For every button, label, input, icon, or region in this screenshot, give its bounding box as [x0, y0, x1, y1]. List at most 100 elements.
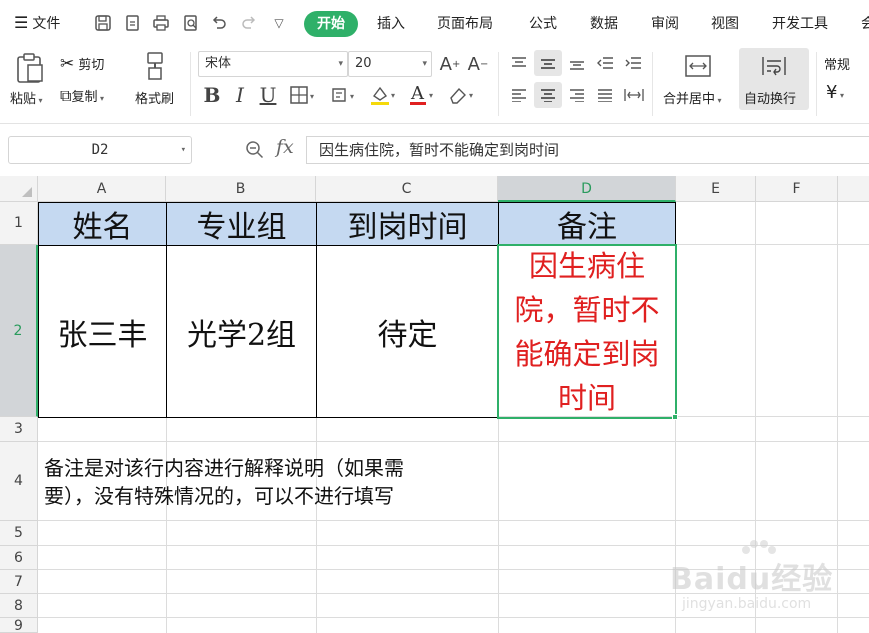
print-preview-icon[interactable]: [180, 10, 202, 36]
scissors-icon: ✂: [60, 54, 75, 74]
cell-a1[interactable]: 姓名: [38, 202, 167, 246]
merge-cells-icon[interactable]: [682, 52, 714, 80]
highlight-icon[interactable]: ▾: [366, 82, 402, 108]
export-pdf-icon[interactable]: [122, 10, 144, 36]
cell-d2-selected[interactable]: 因生病住院，暂时不能确定到岗时间: [497, 244, 677, 419]
column-header-c[interactable]: C: [316, 176, 498, 202]
chevron-down-icon: ▾: [715, 96, 722, 105]
cell-a4-line1[interactable]: 备注是对该行内容进行解释说明（如果需: [44, 454, 404, 482]
separator: [816, 52, 817, 116]
row-header-3[interactable]: 3: [0, 417, 38, 442]
tab-review[interactable]: 审阅: [651, 11, 679, 37]
formula-input[interactable]: 因生病住院，暂时不能确定到岗时间: [306, 136, 869, 164]
tab-page-layout[interactable]: 页面布局: [437, 11, 493, 37]
merge-center-label: 合并居中: [663, 92, 716, 107]
copy-icon: ⧉: [60, 86, 72, 105]
row-header-7[interactable]: 7: [0, 570, 38, 594]
redo-icon[interactable]: [238, 10, 260, 36]
format-painter-icon[interactable]: [140, 50, 170, 82]
row-header-8[interactable]: 8: [0, 594, 38, 618]
column-header-g[interactable]: [838, 176, 869, 202]
wrap-text-button[interactable]: 自动换行: [744, 88, 796, 107]
tab-view[interactable]: 视图: [711, 11, 739, 37]
row-header-5[interactable]: 5: [0, 521, 38, 546]
tab-data[interactable]: 数据: [590, 11, 618, 37]
align-center-icon[interactable]: [537, 84, 559, 106]
align-bottom-icon[interactable]: [566, 52, 588, 74]
italic-icon[interactable]: I: [228, 82, 252, 108]
number-format-select[interactable]: 常规: [824, 54, 850, 73]
customize-toolbar-icon[interactable]: ▽: [268, 10, 290, 36]
font-size-value: 20: [355, 56, 372, 71]
tab-formulas[interactable]: 公式: [529, 11, 557, 37]
font-name-select[interactable]: 宋体 ▾: [198, 51, 348, 77]
tab-home[interactable]: 开始: [304, 11, 358, 37]
tab-insert[interactable]: 插入: [377, 11, 405, 37]
decrease-font-icon[interactable]: A −: [466, 52, 490, 76]
align-middle-icon[interactable]: [537, 52, 559, 74]
name-box[interactable]: D2 ▾: [8, 136, 192, 164]
print-icon[interactable]: [150, 10, 172, 36]
currency-icon[interactable]: ¥ ▾: [826, 82, 844, 103]
align-top-icon[interactable]: [508, 52, 530, 74]
row-header-6[interactable]: 6: [0, 546, 38, 570]
select-all-corner[interactable]: [0, 176, 38, 202]
row-header-2[interactable]: 2: [0, 245, 38, 417]
svg-text:▾: ▾: [391, 91, 395, 100]
row-header-9[interactable]: 9: [0, 618, 38, 633]
baidu-watermark: Baidu经验 jingyan.baidu.com: [660, 540, 865, 630]
separator: [652, 52, 653, 116]
tab-developer[interactable]: 开发工具: [772, 11, 828, 37]
tab-more[interactable]: 会: [861, 11, 869, 37]
format-painter-button[interactable]: 格式刷: [135, 88, 174, 107]
svg-text:▾: ▾: [350, 92, 354, 101]
clear-format-icon[interactable]: ▾: [444, 82, 480, 108]
cut-button[interactable]: ✂ 剪切: [60, 54, 104, 74]
font-size-select[interactable]: 20 ▾: [348, 51, 432, 77]
cell-a2[interactable]: 张三丰: [38, 245, 167, 418]
zoom-icon[interactable]: [244, 138, 266, 162]
increase-font-icon[interactable]: A +: [438, 52, 462, 76]
column-header-f[interactable]: F: [756, 176, 838, 202]
borders-icon[interactable]: ▾: [286, 82, 322, 108]
cell-d1[interactable]: 备注: [498, 202, 676, 246]
paste-icon[interactable]: [12, 50, 48, 86]
fill-handle[interactable]: [672, 414, 678, 420]
fill-color-icon[interactable]: ▾: [326, 82, 362, 108]
bold-icon[interactable]: B: [200, 82, 224, 108]
column-header-e[interactable]: E: [676, 176, 756, 202]
svg-text:▾: ▾: [429, 91, 433, 100]
align-left-icon[interactable]: [508, 84, 530, 106]
svg-text:▾: ▾: [310, 92, 314, 101]
distributed-align-icon[interactable]: [622, 84, 646, 106]
wrap-text-icon[interactable]: [758, 52, 790, 80]
row-header-1[interactable]: 1: [0, 202, 38, 245]
column-header-b[interactable]: B: [166, 176, 316, 202]
justify-icon[interactable]: [594, 84, 616, 106]
font-name-value: 宋体: [205, 56, 232, 71]
underline-icon[interactable]: U: [256, 82, 280, 108]
decrease-indent-icon[interactable]: [594, 52, 616, 74]
column-header-a[interactable]: A: [38, 176, 166, 202]
font-color-icon[interactable]: A ▾: [404, 82, 440, 108]
row-header-4[interactable]: 4: [0, 442, 38, 521]
align-right-icon[interactable]: [566, 84, 588, 106]
paste-button[interactable]: 粘贴 ▾: [10, 88, 43, 107]
save-icon[interactable]: [92, 10, 114, 36]
cell-c2[interactable]: 待定: [316, 245, 499, 418]
column-header-d[interactable]: D: [498, 176, 676, 202]
chevron-down-icon: ▾: [338, 59, 343, 69]
merge-center-button[interactable]: 合并居中 ▾: [663, 88, 722, 107]
fx-function-icon[interactable]: fx: [276, 136, 294, 158]
copy-label: 复制: [71, 90, 98, 105]
watermark-text: Baidu经验: [670, 562, 834, 597]
separator: [498, 52, 499, 116]
copy-button[interactable]: ⧉复制 ▾: [60, 86, 104, 106]
cell-a4-line2[interactable]: 要），没有特殊情况的，可以不进行填写: [44, 482, 394, 510]
file-menu[interactable]: ☰ 文件: [14, 10, 60, 36]
undo-icon[interactable]: [208, 10, 230, 36]
cell-b1[interactable]: 专业组: [166, 202, 317, 246]
cell-c1[interactable]: 到岗时间: [316, 202, 499, 246]
cell-b2[interactable]: 光学2组: [166, 245, 317, 418]
increase-indent-icon[interactable]: [622, 52, 644, 74]
